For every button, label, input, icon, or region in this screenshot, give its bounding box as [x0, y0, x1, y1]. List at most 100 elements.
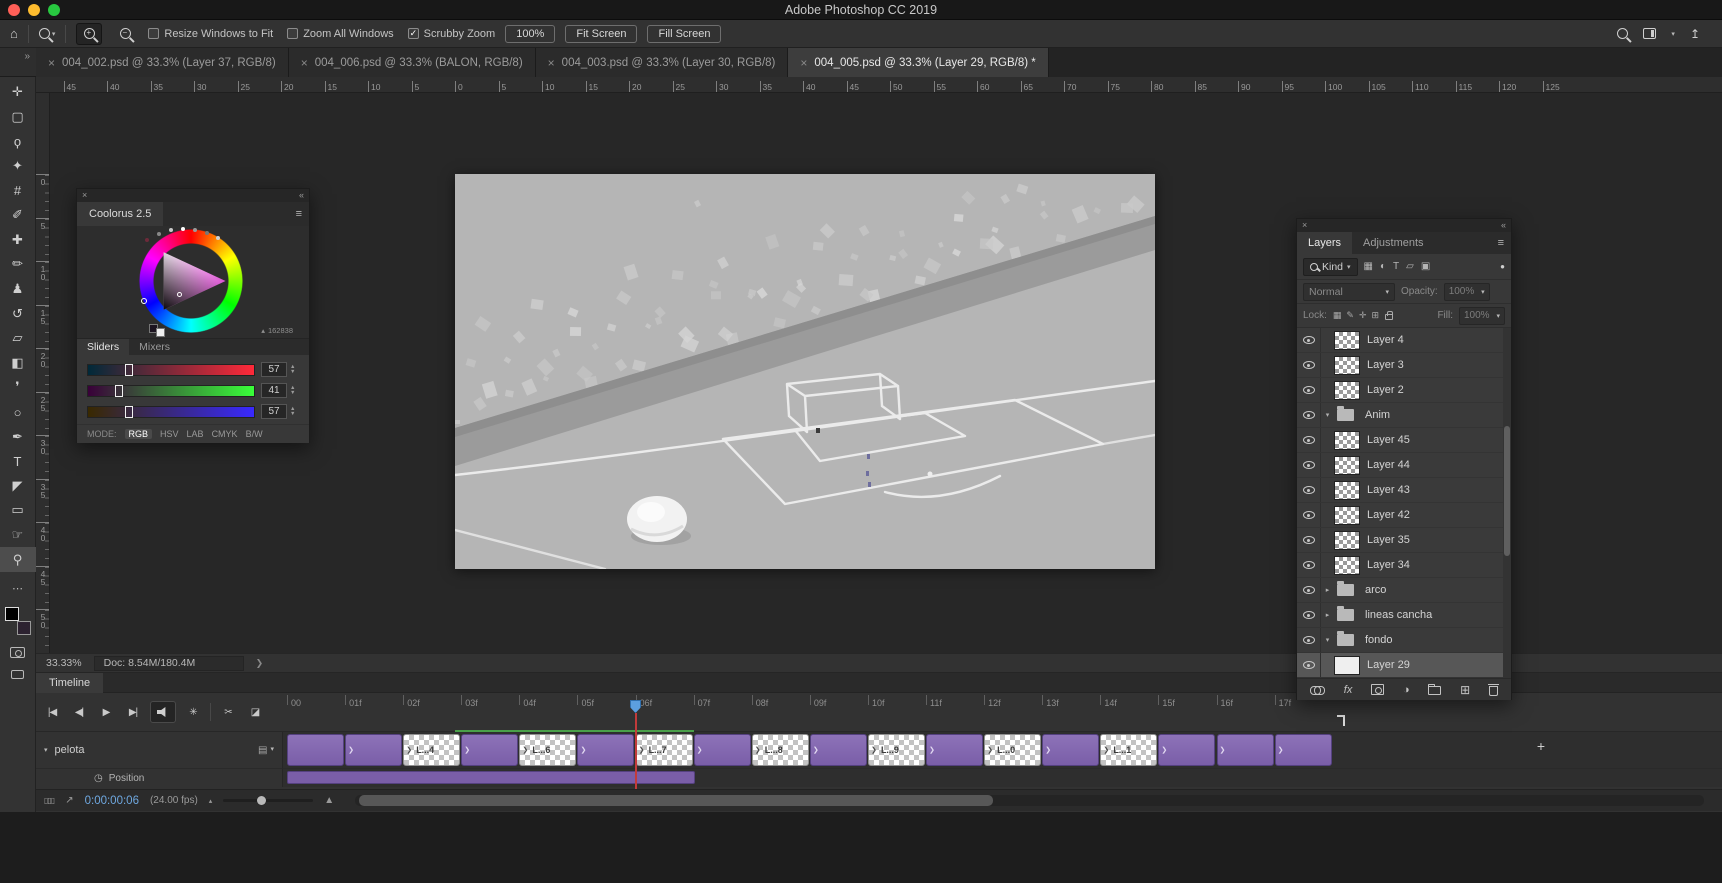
close-panel-icon[interactable]: ×: [1302, 219, 1307, 232]
track-collapse-icon[interactable]: ▾: [44, 746, 48, 754]
panel-menu-icon[interactable]: ≡: [289, 202, 309, 226]
color-swatches[interactable]: [4, 606, 31, 635]
visibility-cell[interactable]: [1297, 603, 1321, 627]
tab-mixers[interactable]: Mixers: [129, 339, 180, 355]
layer-thumbnail[interactable]: [1337, 581, 1354, 596]
render-flyout-icon[interactable]: ↗: [65, 795, 73, 806]
channel-value-field[interactable]: 41: [261, 383, 287, 398]
clip-chevron-icon[interactable]: ❯: [1045, 746, 1051, 754]
layer-row[interactable]: Layer 44: [1297, 453, 1511, 478]
clip-chevron-icon[interactable]: ❯: [406, 746, 412, 754]
timeline-clip[interactable]: ❯: [345, 734, 403, 766]
zoom-out-timeline-icon[interactable]: ▴: [209, 797, 213, 805]
layer-thumbnail[interactable]: [1337, 606, 1354, 621]
crop-tool[interactable]: #: [0, 178, 36, 203]
visibility-cell[interactable]: [1297, 353, 1321, 377]
layer-thumbnail[interactable]: [1337, 406, 1354, 421]
workspace-icon[interactable]: [1643, 28, 1657, 39]
slider-handle[interactable]: [124, 363, 133, 376]
slider-handle[interactable]: [114, 384, 123, 397]
timeline-clip[interactable]: ❯: [809, 734, 867, 766]
type-tool[interactable]: T: [0, 449, 36, 474]
clip-chevron-icon[interactable]: ❯: [755, 746, 761, 754]
eye-icon[interactable]: [1302, 511, 1315, 519]
next-frame-button[interactable]: ▶|: [123, 701, 143, 723]
close-tab-icon[interactable]: ×: [548, 56, 555, 70]
rectangle-tool[interactable]: ▭: [0, 498, 36, 523]
layer-row[interactable]: Layer 35: [1297, 528, 1511, 553]
stepper-down-icon[interactable]: ▼: [290, 411, 295, 417]
visibility-cell[interactable]: [1297, 578, 1321, 602]
eye-icon[interactable]: [1302, 561, 1315, 569]
collapse-panel-icon[interactable]: «: [299, 189, 304, 202]
timeline-clip[interactable]: [287, 734, 344, 766]
previous-frame-button[interactable]: ◀|: [69, 701, 89, 723]
search-icon[interactable]: [1617, 28, 1629, 39]
visibility-cell[interactable]: [1297, 403, 1321, 427]
channel-slider[interactable]: [87, 363, 255, 376]
filter-pixel-layers-icon[interactable]: ▦: [1364, 261, 1373, 272]
filter-smart-objects-icon[interactable]: ▣: [1421, 261, 1430, 272]
hex-readout[interactable]: ▴ 162838: [261, 326, 293, 335]
foreground-color-swatch[interactable]: [4, 606, 19, 621]
status-options-icon[interactable]: ❯: [256, 658, 264, 669]
timeline-scrollbar[interactable]: [355, 795, 1704, 806]
clone-stamp-tool[interactable]: ♟: [0, 277, 36, 302]
timeline-clip[interactable]: ❯: [926, 734, 984, 766]
timeline-clip[interactable]: ❯: [1274, 734, 1332, 766]
channel-slider[interactable]: [87, 384, 255, 397]
edit-toolbar-icon[interactable]: ⋯: [12, 582, 23, 595]
stepper-down-icon[interactable]: ▼: [290, 369, 295, 375]
timeline-clip[interactable]: ❯ L...9: [867, 734, 925, 766]
document-tab[interactable]: × 004_006.psd @ 33.3% (BALON, RGB/8): [288, 48, 536, 77]
clip-chevron-icon[interactable]: ❯: [348, 746, 354, 754]
move-tool[interactable]: ✛: [0, 80, 36, 105]
eyedropper-tool[interactable]: ✐: [0, 203, 36, 228]
new-layer-icon[interactable]: ⊞: [1460, 683, 1470, 697]
layer-row[interactable]: ▸ arco: [1297, 578, 1511, 603]
layer-row[interactable]: ▾ fondo: [1297, 628, 1511, 653]
vertical-ruler[interactable]: 0510152025303540455055: [36, 93, 50, 653]
position-keyframe-bar[interactable]: [287, 771, 695, 784]
document-tab[interactable]: × 004_005.psd @ 33.3% (Layer 29, RGB/8) …: [788, 48, 1049, 77]
clip-chevron-icon[interactable]: ❯: [522, 746, 528, 754]
lock-image-pixels-icon[interactable]: ✎: [1346, 310, 1354, 321]
visibility-cell[interactable]: [1297, 478, 1321, 502]
spot-healing-brush-tool[interactable]: ✚: [0, 228, 36, 253]
eye-icon[interactable]: [1302, 461, 1315, 469]
screen-mode-icon[interactable]: [11, 669, 24, 679]
stepper-down-icon[interactable]: ▼: [290, 390, 295, 396]
hue-marker[interactable]: [141, 298, 147, 304]
timeline-clip[interactable]: ❯ L...7: [635, 734, 693, 766]
quick-mask-icon[interactable]: [10, 646, 25, 658]
layer-thumbnail[interactable]: [1337, 631, 1354, 646]
dodge-tool[interactable]: ○: [0, 400, 36, 425]
layer-thumbnail[interactable]: [1334, 430, 1360, 450]
clip-chevron-icon[interactable]: ❯: [871, 746, 877, 754]
layer-name[interactable]: Anim: [1365, 409, 1390, 421]
zoom-in-button[interactable]: +: [76, 22, 103, 45]
layer-name[interactable]: fondo: [1365, 634, 1393, 646]
layer-row[interactable]: Layer 34: [1297, 553, 1511, 578]
add-track-button[interactable]: +: [1532, 737, 1550, 755]
fill-field[interactable]: 100% ▾: [1459, 306, 1505, 325]
eye-icon[interactable]: [1302, 436, 1315, 444]
eye-icon[interactable]: [1302, 361, 1315, 369]
close-panel-icon[interactable]: ×: [82, 189, 87, 202]
checkbox-icon[interactable]: [407, 28, 419, 39]
chevron-down-icon[interactable]: ▾: [1671, 30, 1675, 38]
layer-thumbnail[interactable]: [1334, 505, 1360, 525]
eye-icon[interactable]: [1302, 611, 1315, 619]
scrollbar-thumb[interactable]: [1504, 426, 1510, 556]
transition-button[interactable]: ◪: [245, 701, 265, 723]
layer-row[interactable]: Layer 42: [1297, 503, 1511, 528]
track-name[interactable]: pelota: [55, 744, 85, 756]
timeline-clip[interactable]: ❯ L...6: [519, 734, 577, 766]
mode-button[interactable]: CMYK: [212, 429, 238, 439]
fill-screen-button[interactable]: Fill Screen: [647, 24, 722, 43]
color-marker[interactable]: [177, 292, 182, 297]
mode-button[interactable]: HSV: [160, 429, 179, 439]
visibility-cell[interactable]: [1297, 428, 1321, 452]
visibility-cell[interactable]: [1297, 553, 1321, 577]
layer-name[interactable]: arco: [1365, 584, 1386, 596]
